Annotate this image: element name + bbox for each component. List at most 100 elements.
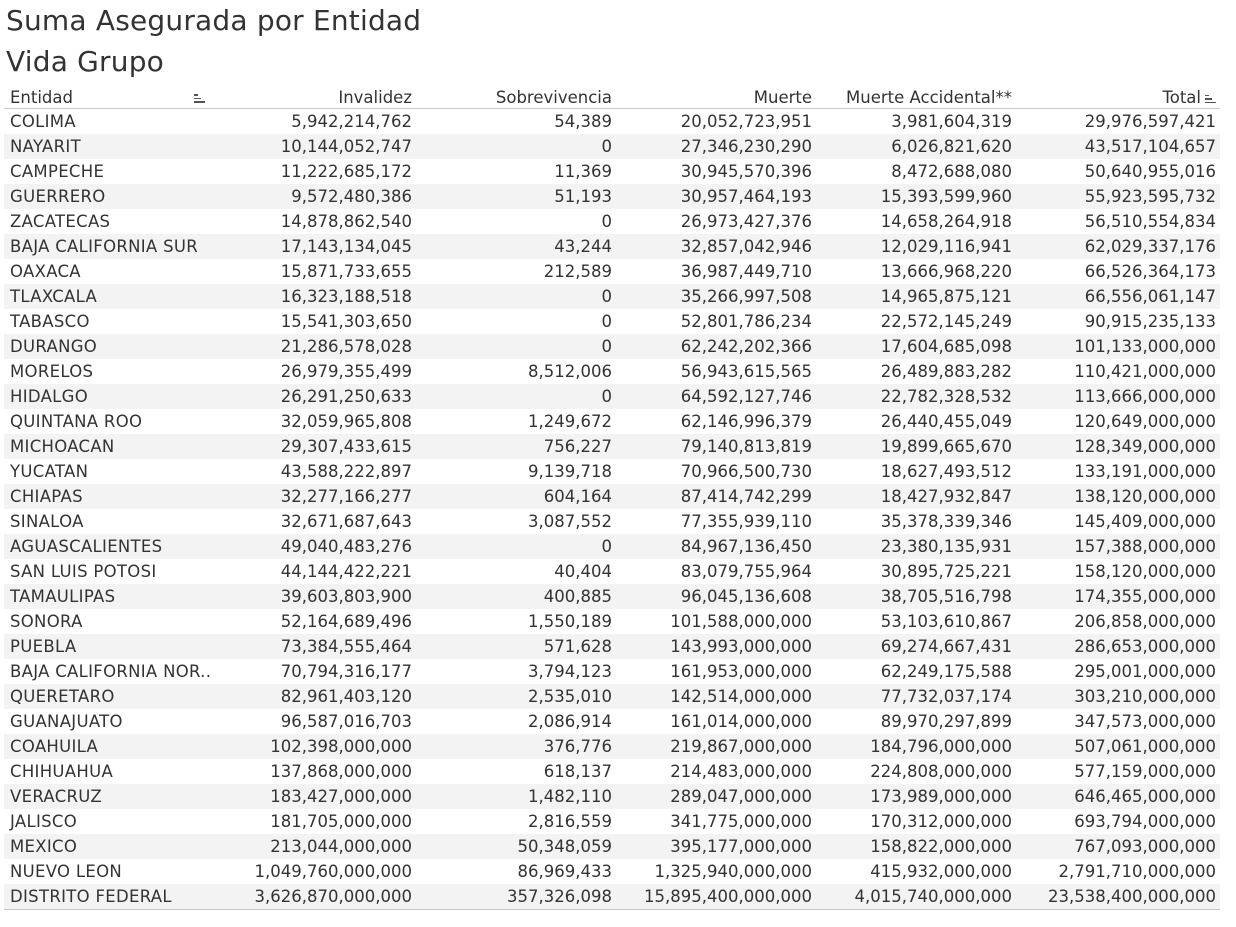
cell-muerte-accidental: 62,249,175,588	[880, 662, 1012, 681]
table-row: GUANAJUATO 96,587,016,703 2,086,914 161,014…	[4, 709, 1220, 734]
table-row: TABASCO 15,541,303,650 0 52,801,786,234 22,5…	[4, 309, 1220, 334]
cell-muerte: 84,967,136,450	[616, 534, 816, 559]
cell-invalidez: 39,603,803,900	[216, 584, 416, 609]
cell-entidad: NUEVO LEON	[10, 862, 123, 881]
sort-icon[interactable]	[194, 93, 205, 103]
column-header-invalidez[interactable]: Invalidez	[216, 88, 416, 109]
table-row: NAYARIT 10,144,052,747 0 27,346,230,290 6,02…	[4, 134, 1220, 159]
cell-muerte-accidental: 22,572,145,249	[880, 312, 1012, 331]
cell-sobrevivencia: 618,137	[543, 762, 612, 781]
cell-muerte: 101,588,000,000	[670, 612, 812, 631]
data-table-container: Entidad Invalidez Sobrevivencia Muerte Muert…	[4, 88, 1220, 910]
cell-sobrevivencia: 376,776	[416, 734, 616, 759]
column-header-label: Total	[1162, 88, 1201, 107]
cell-muerte-accidental: 12,029,116,941	[816, 234, 1016, 259]
column-header-muerte[interactable]: Muerte	[616, 88, 816, 109]
cell-muerte-accidental: 184,796,000,000	[816, 734, 1016, 759]
cell-entidad: CHIHUAHUA	[10, 762, 114, 781]
cell-muerte: 214,483,000,000	[670, 762, 812, 781]
cell-sobrevivencia: 2,535,010	[416, 684, 616, 709]
cell-total: 50,640,955,016	[1084, 162, 1216, 181]
cell-sobrevivencia: 0	[416, 284, 616, 309]
column-header-entidad[interactable]: Entidad	[4, 88, 216, 109]
cell-invalidez: 181,705,000,000	[270, 812, 412, 831]
column-header-total[interactable]: Total	[1016, 88, 1220, 109]
cell-muerte-accidental: 224,808,000,000	[870, 762, 1012, 781]
page-subtitle: Vida Grupo	[6, 45, 165, 78]
sort-ascending-icon[interactable]	[1205, 94, 1216, 104]
cell-total: 101,133,000,000	[1016, 334, 1220, 359]
cell-invalidez: 26,291,250,633	[216, 384, 416, 409]
cell-sobrevivencia: 0	[416, 384, 616, 409]
cell-muerte-accidental: 18,627,493,512	[880, 462, 1012, 481]
column-header-label: Sobrevivencia	[495, 88, 612, 107]
cell-total: 23,538,400,000,000	[1016, 884, 1220, 910]
cell-muerte-accidental: 23,380,135,931	[816, 534, 1016, 559]
cell-invalidez: 15,871,733,655	[280, 262, 412, 281]
table-row: BAJA CALIFORNIA SUR 17,143,134,045 43,244 3…	[4, 234, 1220, 259]
cell-muerte: 64,592,127,746	[616, 384, 816, 409]
cell-invalidez: 29,307,433,615	[216, 434, 416, 459]
table-row: NUEVO LEON 1,049,760,000,000 86,969,433 1,3…	[4, 859, 1220, 884]
cell-invalidez: 96,587,016,703	[280, 712, 412, 731]
table-row: SINALOA 32,671,687,643 3,087,552 77,355,939…	[4, 509, 1220, 534]
table-row: DISTRITO FEDERAL 3,626,870,000,000 357,326…	[4, 884, 1220, 910]
cell-invalidez: 52,164,689,496	[280, 612, 412, 631]
cell-muerte-accidental: 415,932,000,000	[870, 862, 1012, 881]
cell-sobrevivencia: 9,139,718	[528, 462, 612, 481]
cell-invalidez: 137,868,000,000	[270, 762, 412, 781]
cell-sobrevivencia: 604,164	[416, 484, 616, 509]
table-row: MEXICO 213,044,000,000 50,348,059 395,177,0…	[4, 834, 1220, 859]
cell-muerte-accidental: 22,782,328,532	[816, 384, 1016, 409]
cell-entidad: QUINTANA ROO	[10, 412, 143, 431]
cell-muerte: 289,047,000,000	[616, 784, 816, 809]
cell-invalidez: 21,286,578,028	[216, 334, 416, 359]
cell-sobrevivencia: 400,885	[416, 584, 616, 609]
table-row: COAHUILA 102,398,000,000 376,776 219,867,00…	[4, 734, 1220, 759]
cell-entidad: TAMAULIPAS	[4, 584, 216, 609]
table-row: DURANGO 21,286,578,028 0 62,242,202,366 17,6…	[4, 334, 1220, 359]
cell-entidad: COLIMA	[10, 112, 76, 131]
cell-muerte-accidental: 17,604,685,098	[816, 334, 1016, 359]
cell-total: 62,029,337,176	[1016, 234, 1220, 259]
cell-total: 56,510,554,834	[1084, 212, 1216, 231]
cell-muerte-accidental: 6,026,821,620	[816, 134, 1016, 159]
column-header-label: Invalidez	[338, 88, 412, 107]
cell-muerte: 30,945,570,396	[680, 162, 812, 181]
column-header-sobrevivencia[interactable]: Sobrevivencia	[416, 88, 616, 109]
cell-invalidez: 32,059,965,808	[280, 412, 412, 431]
cell-entidad: BAJA CALIFORNIA NOR..	[10, 662, 212, 681]
cell-entidad: MICHOACAN	[4, 434, 216, 459]
cell-entidad: CAMPECHE	[10, 162, 105, 181]
cell-muerte-accidental: 30,895,725,221	[880, 562, 1012, 581]
cell-entidad: GUANAJUATO	[10, 712, 123, 731]
cell-muerte-accidental: 89,970,297,899	[880, 712, 1012, 731]
cell-total: 110,421,000,000	[1074, 362, 1216, 381]
table-row: PUEBLA 73,384,555,464 571,628 143,993,000,0…	[4, 634, 1220, 659]
cell-invalidez: 44,144,422,221	[280, 562, 412, 581]
cell-sobrevivencia: 43,244	[416, 234, 616, 259]
table-row: GUERRERO 9,572,480,386 51,193 30,957,464,19…	[4, 184, 1220, 209]
cell-total: 29,976,597,421	[1084, 112, 1216, 131]
cell-sobrevivencia: 357,326,098	[416, 884, 616, 910]
table-row: SONORA 52,164,689,496 1,550,189 101,588,000…	[4, 609, 1220, 634]
cell-muerte-accidental: 53,103,610,867	[880, 612, 1012, 631]
cell-sobrevivencia: 0	[416, 134, 616, 159]
cell-muerte-accidental: 4,015,740,000,000	[816, 884, 1016, 910]
cell-entidad: TLAXCALA	[4, 284, 216, 309]
cell-muerte: 341,775,000,000	[670, 812, 812, 831]
cell-entidad: SINALOA	[10, 512, 84, 531]
cell-invalidez: 183,427,000,000	[216, 784, 416, 809]
cell-total: 767,093,000,000	[1016, 834, 1220, 859]
cell-muerte-accidental: 26,489,883,282	[880, 362, 1012, 381]
cell-entidad: MEXICO	[4, 834, 216, 859]
cell-muerte: 70,966,500,730	[680, 462, 812, 481]
cell-sobrevivencia: 11,369	[554, 162, 612, 181]
cell-invalidez: 10,144,052,747	[216, 134, 416, 159]
cell-muerte: 83,079,755,964	[680, 562, 812, 581]
header-row: Entidad Invalidez Sobrevivencia Muerte Muert…	[4, 88, 1220, 109]
column-header-muerte-accidental[interactable]: Muerte Accidental**	[816, 88, 1016, 109]
cell-muerte: 87,414,742,299	[616, 484, 816, 509]
cell-sobrevivencia: 54,389	[554, 112, 612, 131]
cell-total: 113,666,000,000	[1016, 384, 1220, 409]
